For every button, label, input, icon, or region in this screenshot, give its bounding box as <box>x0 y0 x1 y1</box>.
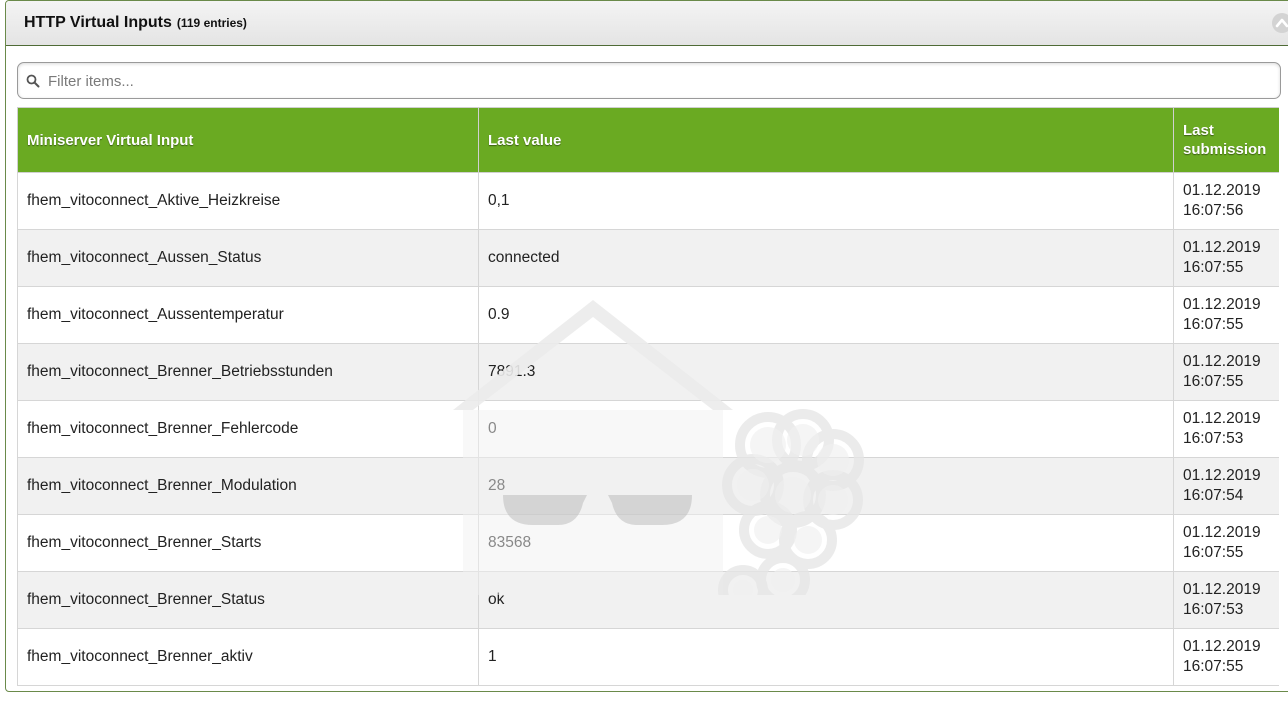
cell-virtual-input-name: fhem_vitoconnect_Aussen_Status <box>17 229 479 287</box>
submission-date: 01.12.2019 <box>1183 182 1261 199</box>
table-row[interactable]: fhem_vitoconnect_Brenner_Starts 83568 01.1… <box>17 514 1279 572</box>
table-header-row: Miniserver Virtual Input Last value Last… <box>17 107 1279 173</box>
virtual-inputs-table: Miniserver Virtual Input Last value Last… <box>17 107 1279 686</box>
submission-date: 01.12.2019 <box>1183 353 1261 370</box>
submission-time: 16:07:55 <box>1183 544 1244 561</box>
table-row[interactable]: fhem_vitoconnect_Aktive_Heizkreise 0,1 01.… <box>17 172 1279 230</box>
filter-input[interactable] <box>46 67 1270 95</box>
cell-last-submission: 01.12.2019 16:07:55 <box>1173 628 1279 686</box>
table-row[interactable]: fhem_vitoconnect_Aussentemperatur 0.9 01.1… <box>17 286 1279 344</box>
submission-time: 16:07:55 <box>1183 373 1244 390</box>
submission-time: 16:07:56 <box>1183 202 1244 219</box>
cell-last-value: 0,1 <box>478 172 1174 230</box>
panel-title: HTTP Virtual Inputs (119 entries) <box>24 14 247 32</box>
panel-title-text: HTTP Virtual Inputs <box>24 14 172 31</box>
chevron-up-icon <box>1275 18 1288 28</box>
submission-date: 01.12.2019 <box>1183 410 1261 427</box>
table-row[interactable]: fhem_vitoconnect_Aussen_Status connected 0… <box>17 229 1279 287</box>
cell-last-value: 1 <box>478 628 1174 686</box>
cell-last-submission: 01.12.2019 16:07:55 <box>1173 514 1279 572</box>
cell-last-submission: 01.12.2019 16:07:55 <box>1173 343 1279 401</box>
submission-date: 01.12.2019 <box>1183 296 1261 313</box>
panel-header[interactable]: HTTP Virtual Inputs (119 entries) <box>6 1 1288 46</box>
table-row[interactable]: fhem_vitoconnect_Brenner_Betriebsstunden… <box>17 343 1279 401</box>
cell-virtual-input-name: fhem_vitoconnect_Brenner_Fehlercode <box>17 400 479 458</box>
cell-last-value: 83568 <box>478 514 1174 572</box>
cell-last-value: 28 <box>478 457 1174 515</box>
cell-last-value: 0 <box>478 400 1174 458</box>
column-header-input[interactable]: Miniserver Virtual Input <box>17 107 479 173</box>
cell-virtual-input-name: fhem_vitoconnect_Brenner_aktiv <box>17 628 479 686</box>
collapse-button[interactable] <box>1272 13 1288 33</box>
cell-last-submission: 01.12.2019 16:07:53 <box>1173 400 1279 458</box>
submission-time: 16:07:53 <box>1183 601 1244 618</box>
submission-time: 16:07:55 <box>1183 259 1244 276</box>
virtual-inputs-table-container: Miniserver Virtual Input Last value Last… <box>17 107 1279 707</box>
cell-virtual-input-name: fhem_vitoconnect_Aktive_Heizkreise <box>17 172 479 230</box>
submission-time: 16:07:53 <box>1183 430 1244 447</box>
submission-date: 01.12.2019 <box>1183 581 1261 598</box>
column-header-value[interactable]: Last value <box>478 107 1174 173</box>
submission-date: 01.12.2019 <box>1183 524 1261 541</box>
cell-virtual-input-name: fhem_vitoconnect_Brenner_Modulation <box>17 457 479 515</box>
cell-last-submission: 01.12.2019 16:07:53 <box>1173 571 1279 629</box>
search-icon <box>26 74 40 88</box>
table-row[interactable]: fhem_vitoconnect_Brenner_Fehlercode 0 01.1… <box>17 400 1279 458</box>
submission-time: 16:07:54 <box>1183 487 1244 504</box>
cell-virtual-input-name: fhem_vitoconnect_Brenner_Starts <box>17 514 479 572</box>
cell-last-value: connected <box>478 229 1174 287</box>
submission-time: 16:07:55 <box>1183 658 1244 675</box>
submission-date: 01.12.2019 <box>1183 467 1261 484</box>
entry-count: (119 entries) <box>176 16 247 30</box>
cell-last-submission: 01.12.2019 16:07:54 <box>1173 457 1279 515</box>
table-row[interactable]: fhem_vitoconnect_Brenner_Modulation 28 01.… <box>17 457 1279 515</box>
submission-date: 01.12.2019 <box>1183 638 1261 655</box>
cell-last-value: 7891.3 <box>478 343 1174 401</box>
submission-date: 01.12.2019 <box>1183 239 1261 256</box>
cell-last-submission: 01.12.2019 16:07:55 <box>1173 286 1279 344</box>
cell-virtual-input-name: fhem_vitoconnect_Brenner_Betriebsstunden <box>17 343 479 401</box>
table-row[interactable]: fhem_vitoconnect_Brenner_aktiv 1 01.12.201… <box>17 628 1279 686</box>
cell-last-submission: 01.12.2019 16:07:56 <box>1173 172 1279 230</box>
cell-last-value: 0.9 <box>478 286 1174 344</box>
cell-last-value: ok <box>478 571 1174 629</box>
submission-time: 16:07:55 <box>1183 316 1244 333</box>
filter-box[interactable] <box>17 62 1281 99</box>
column-header-submission[interactable]: Last submission <box>1173 107 1279 173</box>
cell-virtual-input-name: fhem_vitoconnect_Brenner_Status <box>17 571 479 629</box>
cell-virtual-input-name: fhem_vitoconnect_Aussentemperatur <box>17 286 479 344</box>
cell-last-submission: 01.12.2019 16:07:55 <box>1173 229 1279 287</box>
table-row[interactable]: fhem_vitoconnect_Brenner_Status ok 01.12.2… <box>17 571 1279 629</box>
